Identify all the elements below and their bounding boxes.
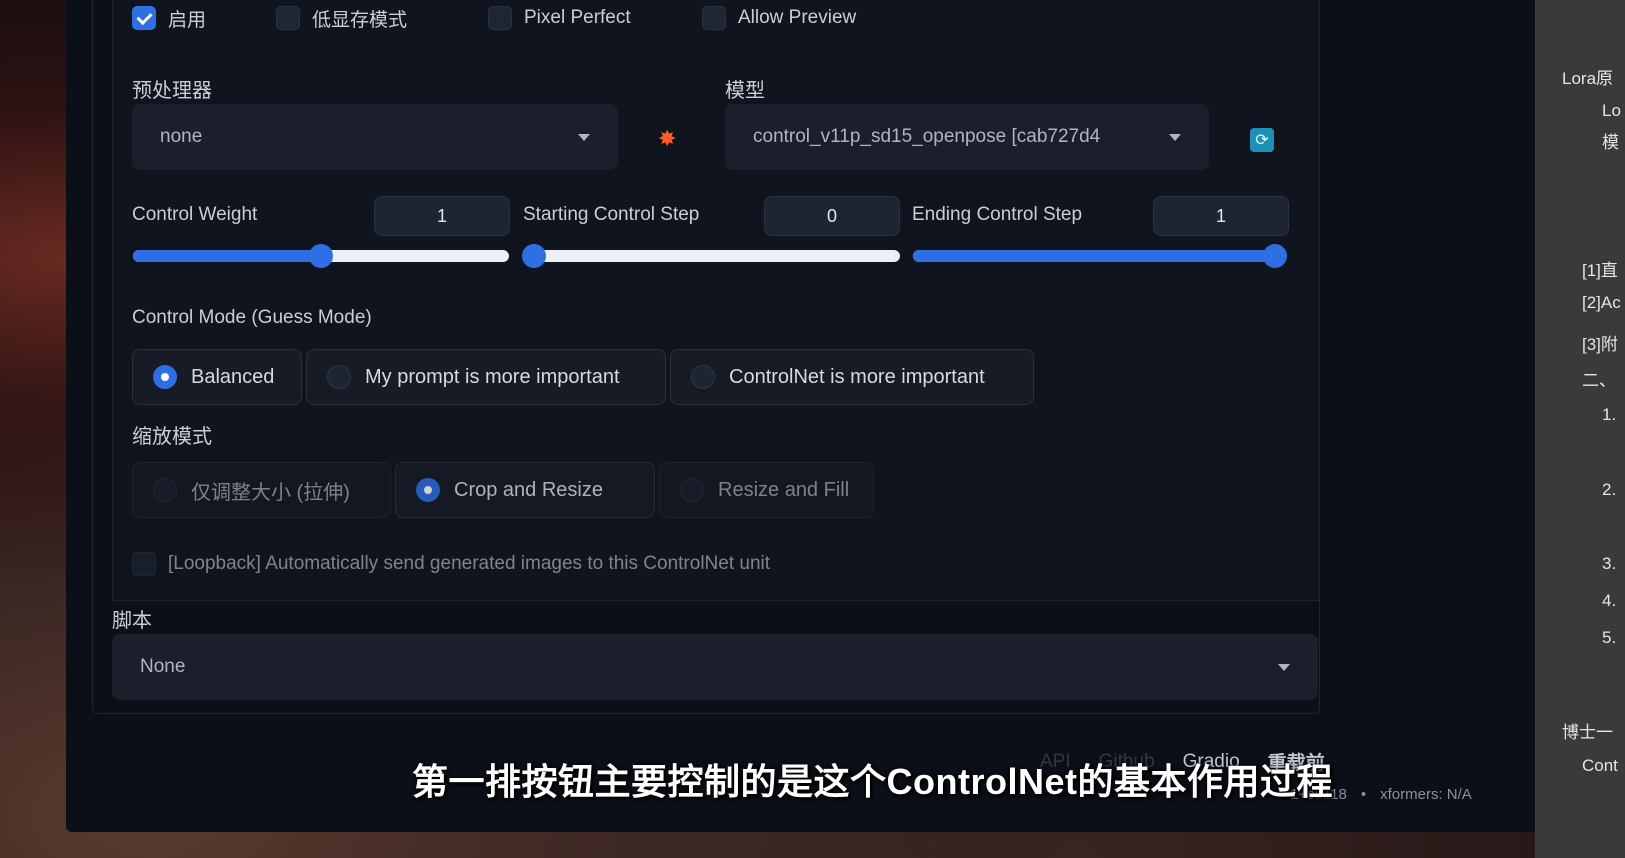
control-mode-radio-group: Balanced My prompt is more important Con… bbox=[132, 349, 1034, 405]
radio-label: Balanced bbox=[191, 365, 275, 388]
doc-line: [1]直 bbox=[1582, 261, 1618, 280]
radio-my-prompt[interactable]: My prompt is more important bbox=[306, 349, 666, 405]
low-vram-check-box[interactable] bbox=[276, 6, 300, 30]
script-label: 脚本 bbox=[112, 610, 152, 632]
resize-mode-label: 缩放模式 bbox=[132, 426, 212, 448]
enable-label: 启用 bbox=[168, 9, 207, 31]
doc-line: 博士一 bbox=[1562, 723, 1613, 742]
radio-indicator[interactable] bbox=[680, 478, 704, 502]
pixel-perfect-checkbox[interactable]: Pixel Perfect bbox=[488, 4, 631, 32]
refresh-icon[interactable]: ⟳ bbox=[1250, 128, 1274, 152]
radio-just-resize[interactable]: 仅调整大小 (拉伸) bbox=[132, 462, 391, 518]
doc-line: Cont bbox=[1582, 756, 1618, 775]
chevron-down-icon bbox=[1169, 133, 1181, 141]
radio-indicator[interactable] bbox=[153, 478, 177, 502]
doc-line: Lora原 bbox=[1562, 69, 1614, 88]
radio-resize-and-fill[interactable]: Resize and Fill bbox=[659, 462, 874, 518]
control-weight-label: Control Weight bbox=[132, 204, 258, 225]
doc-line: 5. bbox=[1602, 628, 1617, 647]
right-document-panel: Lora原 Lo 模 [1]直 [2]Ac [3]附 二、 1. 2. 3. 4… bbox=[1535, 0, 1625, 858]
radio-label: 仅调整大小 (拉伸) bbox=[191, 481, 350, 504]
control-mode-label: Control Mode (Guess Mode) bbox=[132, 307, 372, 328]
allow-preview-label: Allow Preview bbox=[738, 7, 857, 28]
footer-info-xformers: xformers: N/A bbox=[1380, 786, 1472, 803]
ending-step-label: Ending Control Step bbox=[912, 204, 1083, 225]
control-weight-slider[interactable] bbox=[133, 244, 509, 268]
ending-step-slider[interactable] bbox=[913, 244, 1287, 268]
doc-line: 二、 bbox=[1582, 371, 1616, 390]
script-value: None bbox=[140, 656, 186, 677]
allow-preview-checkbox[interactable]: Allow Preview bbox=[702, 4, 856, 32]
explosion-icon[interactable]: ✸ bbox=[658, 126, 676, 152]
control-weight-input[interactable]: 1 bbox=[374, 196, 510, 236]
slider-thumb[interactable] bbox=[1263, 244, 1287, 268]
low-vram-label: 低显存模式 bbox=[312, 9, 408, 31]
radio-label: My prompt is more important bbox=[365, 365, 620, 388]
radio-indicator[interactable] bbox=[691, 365, 715, 389]
model-value: control_v11p_sd15_openpose [cab727d4 bbox=[753, 126, 1101, 147]
allow-preview-check-box[interactable] bbox=[702, 6, 726, 30]
pixel-perfect-check-box[interactable] bbox=[488, 6, 512, 30]
radio-label: Crop and Resize bbox=[454, 478, 603, 501]
radio-balanced[interactable]: Balanced bbox=[132, 349, 302, 405]
radio-label: ControlNet is more important bbox=[729, 365, 985, 388]
doc-line: 模 bbox=[1602, 133, 1619, 152]
loopback-label: [Loopback] Automatically send generated … bbox=[168, 553, 771, 574]
enable-checkbox[interactable]: 启用 bbox=[132, 4, 206, 32]
enable-check-box[interactable] bbox=[132, 6, 156, 30]
radio-indicator[interactable] bbox=[416, 478, 440, 502]
preprocessor-select[interactable]: none bbox=[132, 104, 618, 170]
radio-crop-and-resize[interactable]: Crop and Resize bbox=[395, 462, 655, 518]
doc-line: 3. bbox=[1602, 554, 1617, 573]
slider-thumb[interactable] bbox=[309, 244, 333, 268]
doc-line: [3]附 bbox=[1582, 335, 1618, 354]
script-select[interactable]: None bbox=[112, 634, 1318, 700]
doc-line: 2. bbox=[1602, 480, 1617, 499]
slider-fill bbox=[913, 250, 1275, 262]
slider-fill bbox=[133, 250, 321, 262]
doc-line: [2]Ac bbox=[1582, 293, 1621, 312]
footer-separator: • bbox=[1360, 786, 1367, 803]
starting-step-input[interactable]: 0 bbox=[764, 196, 900, 236]
doc-line: 4. bbox=[1602, 591, 1617, 610]
starting-step-label: Starting Control Step bbox=[523, 204, 700, 225]
pixel-perfect-label: Pixel Perfect bbox=[524, 7, 631, 28]
low-vram-checkbox[interactable]: 低显存模式 bbox=[276, 4, 407, 32]
radio-indicator[interactable] bbox=[153, 365, 177, 389]
model-select[interactable]: control_v11p_sd15_openpose [cab727d4 bbox=[725, 104, 1209, 170]
doc-line: 1. bbox=[1602, 405, 1617, 424]
video-subtitle: 第一排按钮主要控制的是这个ControlNet的基本作用过程 bbox=[412, 761, 1333, 802]
radio-controlnet[interactable]: ControlNet is more important bbox=[670, 349, 1034, 405]
ending-step-input[interactable]: 1 bbox=[1153, 196, 1289, 236]
slider-thumb[interactable] bbox=[522, 244, 546, 268]
loopback-check-box[interactable] bbox=[132, 552, 156, 576]
chevron-down-icon bbox=[1278, 663, 1290, 671]
resize-mode-radio-group: 仅调整大小 (拉伸) Crop and Resize Resize and Fi… bbox=[132, 462, 874, 518]
model-label: 模型 bbox=[725, 80, 765, 102]
doc-line: Lo bbox=[1602, 101, 1621, 120]
radio-label: Resize and Fill bbox=[718, 478, 850, 501]
preprocessor-value: none bbox=[160, 126, 203, 147]
starting-step-slider[interactable] bbox=[522, 244, 900, 268]
chevron-down-icon bbox=[578, 133, 590, 141]
preprocessor-label: 预处理器 bbox=[132, 80, 212, 102]
radio-indicator[interactable] bbox=[327, 365, 351, 389]
loopback-checkbox[interactable]: [Loopback] Automatically send generated … bbox=[132, 550, 770, 578]
